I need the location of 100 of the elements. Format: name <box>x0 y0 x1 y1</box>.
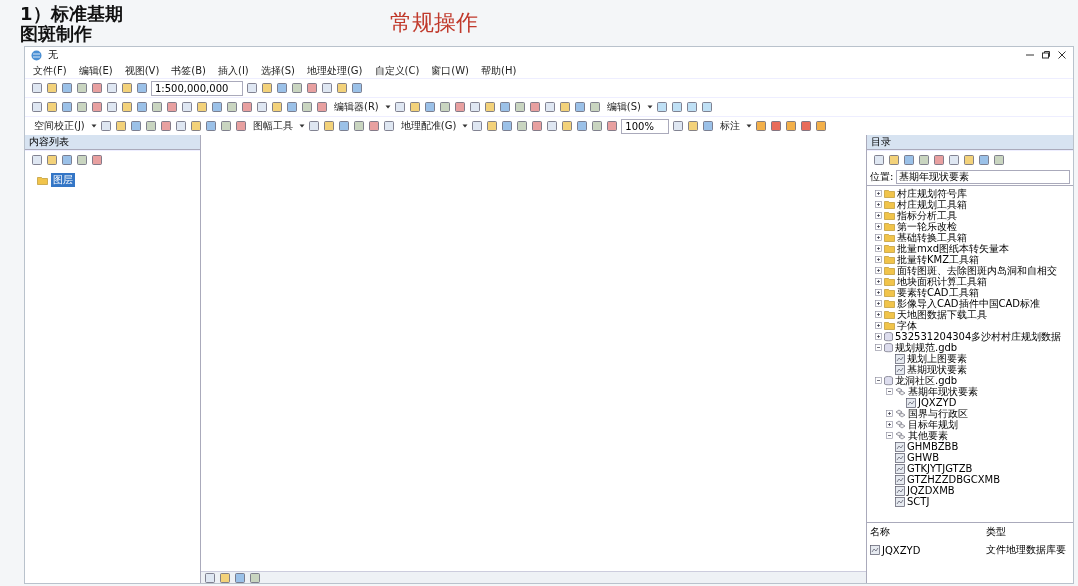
tool-icon[interactable] <box>46 154 58 166</box>
tool-icon[interactable] <box>337 120 350 132</box>
tool-icon[interactable] <box>546 120 559 132</box>
tool-icon[interactable] <box>754 120 767 132</box>
spatial-adjustment-menu[interactable]: 空间校正(J) <box>31 119 88 133</box>
catalog-item[interactable]: 要素转CAD工具箱 <box>897 287 979 298</box>
tool-icon[interactable] <box>393 101 406 113</box>
menu-item[interactable]: 地理处理(G) <box>306 63 363 78</box>
tool-icon[interactable] <box>99 120 112 132</box>
tool-icon[interactable] <box>486 120 499 132</box>
menu-item[interactable]: 窗口(W) <box>431 63 469 78</box>
tool-icon[interactable] <box>423 101 436 113</box>
expand-icon[interactable] <box>875 234 882 241</box>
catalog-item[interactable]: 龙洞社区.gdb <box>895 375 958 386</box>
catalog-item[interactable]: 国界与行政区 <box>908 408 968 419</box>
column-header[interactable]: 名称 <box>870 525 986 539</box>
catalog-item[interactable]: 第一轮乐改检 <box>897 221 957 232</box>
tool-icon[interactable] <box>204 120 217 132</box>
tool-icon[interactable] <box>291 82 304 94</box>
tool-icon[interactable] <box>513 101 526 113</box>
collapse-icon[interactable] <box>886 388 893 395</box>
tool-icon[interactable] <box>351 82 364 94</box>
menu-item[interactable]: 文件(F) <box>33 63 67 78</box>
expand-icon[interactable] <box>875 333 882 340</box>
catalog-item[interactable]: JQXZYD <box>918 397 957 408</box>
tool-icon[interactable] <box>498 101 511 113</box>
georeferencing-menu[interactable]: 地理配准(G) <box>397 119 460 133</box>
expand-icon[interactable] <box>875 267 882 274</box>
catalog-item[interactable]: JQZDXMB <box>907 485 955 496</box>
tool-icon[interactable] <box>234 571 246 584</box>
tool-icon[interactable] <box>933 154 945 166</box>
expand-icon[interactable] <box>886 421 893 428</box>
menu-item[interactable]: 帮助(H) <box>481 63 517 78</box>
catalog-item[interactable]: GHMBZBB <box>907 441 959 452</box>
tool-icon[interactable] <box>306 82 319 94</box>
tool-icon[interactable] <box>948 154 960 166</box>
editor-menu[interactable]: 编辑器(R) <box>331 100 382 114</box>
tool-icon[interactable] <box>471 120 484 132</box>
tool-icon[interactable] <box>226 101 238 113</box>
catalog-item[interactable]: 基期现状要素 <box>907 364 967 375</box>
tool-icon[interactable] <box>588 101 601 113</box>
scale-dropdown[interactable]: 1:500,000,000 <box>151 80 244 96</box>
tool-icon[interactable] <box>531 120 544 132</box>
tool-icon[interactable] <box>91 82 103 94</box>
tool-icon[interactable] <box>31 101 43 113</box>
tool-icon[interactable] <box>144 120 157 132</box>
catalog-item[interactable]: 面转图斑、去除图斑内岛洞和自相交 <box>897 265 1057 276</box>
tool-icon[interactable] <box>701 120 714 132</box>
tool-icon[interactable] <box>166 101 178 113</box>
tool-icon[interactable] <box>46 82 58 94</box>
tool-icon[interactable] <box>276 82 289 94</box>
catalog-item[interactable]: GHWB <box>907 452 940 463</box>
tool-icon[interactable] <box>322 120 335 132</box>
tool-icon[interactable] <box>993 154 1005 166</box>
tool-icon[interactable] <box>106 101 118 113</box>
caret-icon[interactable] <box>298 123 305 129</box>
tool-icon[interactable] <box>189 120 202 132</box>
caret-icon[interactable] <box>462 123 469 129</box>
tool-icon[interactable] <box>573 101 586 113</box>
collapse-icon[interactable] <box>886 432 893 439</box>
tool-icon[interactable] <box>31 154 43 166</box>
tool-icon[interactable] <box>561 120 574 132</box>
tool-icon[interactable] <box>61 154 73 166</box>
layer-item[interactable]: 图层 <box>51 173 75 187</box>
expand-icon[interactable] <box>875 223 882 230</box>
catalog-item[interactable]: 532531204304多沙村村庄规划数据 <box>895 331 1062 342</box>
tool-icon[interactable] <box>978 154 990 166</box>
map-tools-menu[interactable]: 图幅工具 <box>249 119 296 133</box>
edit-menu[interactable]: 编辑(S) <box>603 100 644 114</box>
tool-icon[interactable] <box>121 82 133 94</box>
catalog-item[interactable]: 批量mxd图纸本转矢量本 <box>897 243 1009 254</box>
catalog-item[interactable]: 规划规范.gdb <box>895 342 958 353</box>
catalog-item[interactable]: 基期年现状要素 <box>908 386 978 397</box>
tool-icon[interactable] <box>501 120 514 132</box>
tool-icon[interactable] <box>76 101 88 113</box>
tool-icon[interactable] <box>700 101 713 113</box>
tool-icon[interactable] <box>76 82 88 94</box>
tool-icon[interactable] <box>685 101 698 113</box>
tool-icon[interactable] <box>769 120 782 132</box>
restore-icon[interactable] <box>1041 50 1051 60</box>
tool-icon[interactable] <box>31 82 43 94</box>
tool-icon[interactable] <box>249 571 261 584</box>
tool-icon[interactable] <box>136 101 148 113</box>
tool-icon[interactable] <box>121 101 133 113</box>
tool-icon[interactable] <box>591 120 604 132</box>
tool-icon[interactable] <box>91 101 103 113</box>
tool-icon[interactable] <box>321 82 334 94</box>
tool-icon[interactable] <box>873 154 885 166</box>
tool-icon[interactable] <box>271 101 283 113</box>
tool-icon[interactable] <box>196 101 208 113</box>
catalog-item[interactable]: 地块面积计算工具箱 <box>897 276 987 287</box>
tool-icon[interactable] <box>408 101 421 113</box>
catalog-item[interactable]: 其他要素 <box>908 430 948 441</box>
tool-icon[interactable] <box>888 154 900 166</box>
menu-item[interactable]: 选择(S) <box>260 63 295 78</box>
tool-icon[interactable] <box>336 82 349 94</box>
tool-icon[interactable] <box>151 101 163 113</box>
expand-icon[interactable] <box>875 278 882 285</box>
tool-icon[interactable] <box>352 120 365 132</box>
tool-icon[interactable] <box>686 120 699 132</box>
